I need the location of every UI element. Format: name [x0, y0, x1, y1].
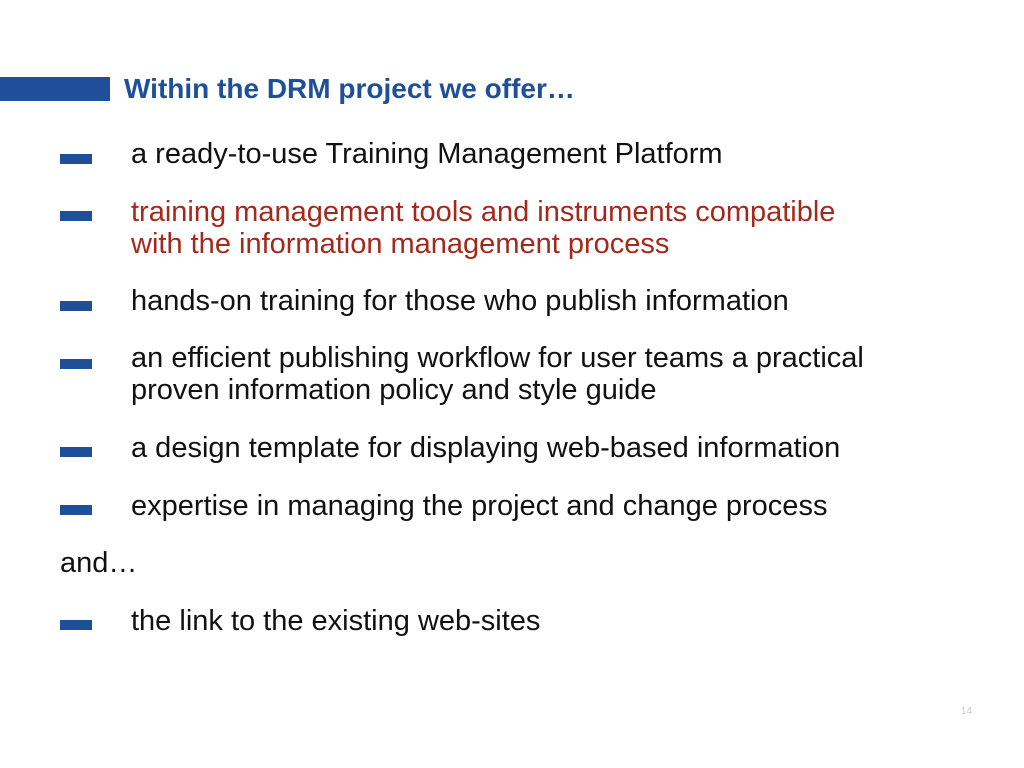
bullet-marker-icon [60, 211, 92, 221]
slide: Within the DRM project we offer… a ready… [0, 0, 1024, 768]
bullet-text: an efficient publishing workflow for use… [131, 342, 864, 406]
title-accent-bar [0, 77, 110, 101]
bullet-marker-icon [60, 301, 92, 311]
bullet-marker-icon [60, 359, 92, 369]
bullet-text: the link to the existing web-sites [131, 605, 541, 637]
and-text: and… [60, 547, 138, 579]
bullet-text: a ready-to-use Training Management Platf… [131, 138, 723, 170]
bullet-text-highlighted: training management tools and instrument… [131, 196, 836, 260]
bullet-marker-icon [60, 154, 92, 164]
bullet-text: hands-on training for those who publish … [131, 285, 789, 317]
bullet-marker-icon [60, 505, 92, 515]
slide-title: Within the DRM project we offer… [124, 73, 575, 104]
bullet-text: a design template for displaying web-bas… [131, 432, 841, 464]
bullet-marker-icon [60, 447, 92, 457]
bullet-marker-icon [60, 620, 92, 630]
page-number: 14 [960, 706, 972, 717]
bullet-text: expertise in managing the project and ch… [131, 490, 828, 522]
